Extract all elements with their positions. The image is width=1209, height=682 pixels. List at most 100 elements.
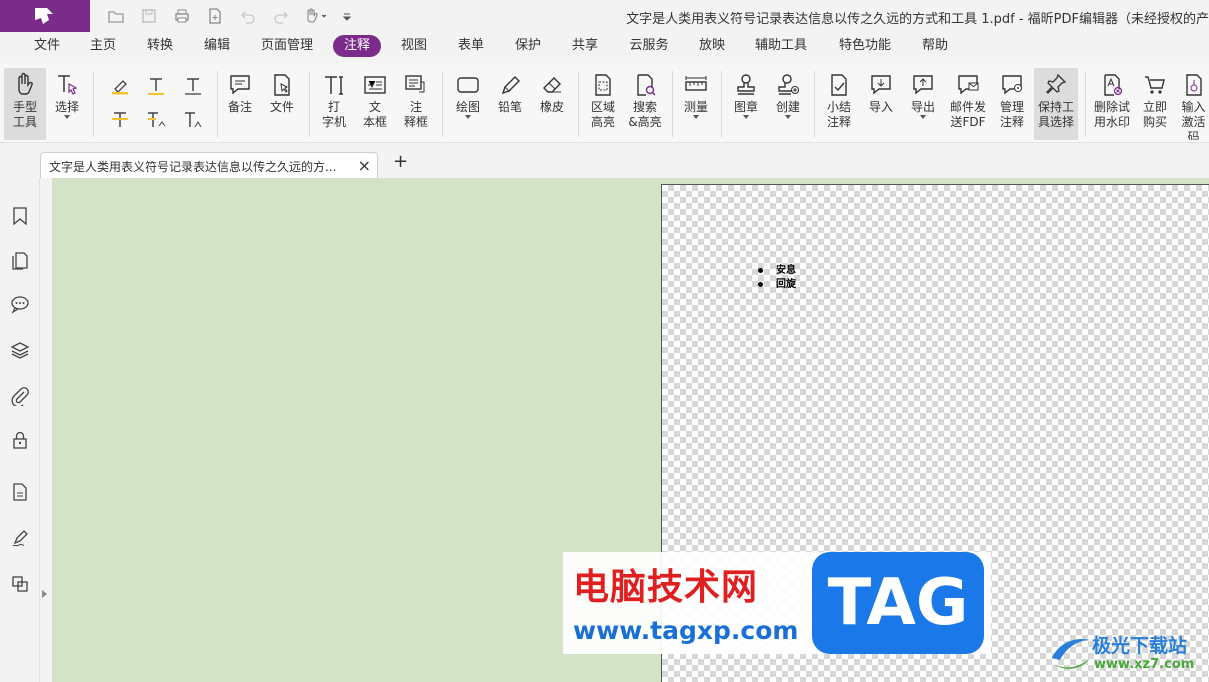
menu-cloud[interactable]: 云服务 bbox=[624, 35, 674, 57]
compare-icon[interactable] bbox=[10, 574, 30, 594]
undo-icon[interactable] bbox=[239, 7, 257, 25]
drawing-dropdown-icon[interactable] bbox=[465, 115, 471, 119]
manage-comment-icon bbox=[1002, 75, 1022, 95]
highlight-icon[interactable] bbox=[108, 75, 132, 97]
create-dropdown-icon[interactable] bbox=[785, 115, 791, 119]
save-icon[interactable] bbox=[140, 7, 158, 25]
menu-edit[interactable]: 编辑 bbox=[198, 35, 236, 57]
expand-panel-arrow-icon[interactable] bbox=[42, 590, 47, 598]
underline-icon[interactable] bbox=[181, 75, 205, 97]
separator bbox=[672, 71, 673, 137]
new-document-icon[interactable] bbox=[206, 7, 224, 25]
content-icon[interactable] bbox=[10, 482, 30, 502]
separator bbox=[814, 71, 815, 137]
pencil-icon bbox=[501, 76, 520, 95]
menu-accessibility[interactable]: 辅助工具 bbox=[750, 35, 812, 57]
underline-squiggly-icon[interactable] bbox=[144, 75, 168, 97]
typewriter-button[interactable]: 打 字机 bbox=[316, 68, 352, 140]
email-comment-icon bbox=[958, 75, 979, 95]
area-highlight-button[interactable]: 区域 高亮 bbox=[584, 68, 622, 140]
email-fdf-button[interactable]: 邮件发 送FDF bbox=[946, 68, 990, 140]
tab-close-icon[interactable]: × bbox=[358, 156, 371, 175]
export-dropdown-icon[interactable] bbox=[920, 115, 926, 119]
watermark-url: www.tagxp.com bbox=[573, 616, 799, 645]
menu-features[interactable]: 特色功能 bbox=[834, 35, 896, 57]
separator bbox=[721, 71, 722, 137]
stamp-dropdown-icon[interactable] bbox=[743, 115, 749, 119]
menu-file[interactable]: 文件 bbox=[28, 35, 66, 57]
select-dropdown-icon[interactable] bbox=[64, 115, 70, 119]
comments-icon[interactable] bbox=[10, 294, 30, 314]
menu-help[interactable]: 帮助 bbox=[916, 35, 954, 57]
measure-dropdown-icon[interactable] bbox=[693, 115, 699, 119]
navigation-sidebar bbox=[0, 178, 40, 682]
bookmark-icon[interactable] bbox=[10, 206, 30, 226]
replace-text-icon[interactable] bbox=[144, 109, 168, 131]
summarize-comments-button[interactable]: 小结 注释 bbox=[821, 68, 857, 140]
insert-text-icon[interactable] bbox=[181, 109, 205, 131]
rectangle-draw-icon bbox=[457, 77, 479, 93]
import-button[interactable]: 导入 bbox=[863, 68, 899, 140]
print-icon[interactable] bbox=[173, 7, 191, 25]
manage-comments-button[interactable]: 管理 注释 bbox=[994, 68, 1030, 140]
create-label: 创建 bbox=[775, 100, 800, 114]
new-tab-button[interactable]: + bbox=[393, 151, 408, 172]
activate-button[interactable]: 输入 激活码 bbox=[1178, 68, 1209, 140]
buy-now-button[interactable]: 立即 购买 bbox=[1137, 68, 1173, 140]
redo-icon[interactable] bbox=[272, 7, 290, 25]
search-highlight-label: 搜索 &高亮 bbox=[628, 100, 662, 129]
strikeout-icon[interactable] bbox=[108, 109, 132, 131]
bullet-icon bbox=[758, 268, 763, 273]
attachment-icon[interactable] bbox=[10, 386, 30, 406]
measure-label: 测量 bbox=[683, 100, 708, 114]
pin-icon bbox=[1046, 73, 1067, 94]
pages-icon[interactable] bbox=[10, 250, 30, 270]
xz7-site-name: 极光下载站 bbox=[1092, 635, 1188, 657]
bullet-icon bbox=[758, 282, 763, 287]
eraser-button[interactable]: 橡皮 bbox=[534, 68, 570, 140]
keep-tool-selected-button[interactable]: 保持工 具选择 bbox=[1034, 68, 1078, 140]
menu-share[interactable]: 共享 bbox=[566, 35, 604, 57]
drawing-button[interactable]: 绘图 bbox=[450, 68, 486, 140]
menu-form[interactable]: 表单 bbox=[452, 35, 490, 57]
note-icon bbox=[230, 75, 250, 95]
remove-trial-watermark-button[interactable]: 删除试 用水印 bbox=[1090, 68, 1134, 140]
hand-dropdown-icon[interactable] bbox=[303, 7, 329, 25]
export-button[interactable]: 导出 bbox=[905, 68, 941, 140]
email-fdf-label: 邮件发 送FDF bbox=[949, 100, 986, 129]
search-highlight-button[interactable]: 搜索 &高亮 bbox=[626, 68, 664, 140]
separator bbox=[578, 71, 579, 137]
shopping-cart-icon bbox=[1145, 76, 1165, 94]
menu-view[interactable]: 视图 bbox=[395, 35, 433, 57]
note-button[interactable]: 备注 bbox=[222, 68, 258, 140]
textbox-button[interactable]: 文 本框 bbox=[357, 68, 393, 140]
signature-icon[interactable] bbox=[10, 528, 30, 548]
menu-slideshow[interactable]: 放映 bbox=[693, 35, 731, 57]
menu-protect[interactable]: 保护 bbox=[509, 35, 547, 57]
watermark-title: 电脑技术网 bbox=[573, 567, 759, 608]
open-folder-icon[interactable] bbox=[107, 7, 125, 25]
select-button[interactable]: 选择 bbox=[50, 68, 84, 140]
menu-home[interactable]: 主页 bbox=[84, 35, 122, 57]
layers-icon[interactable] bbox=[10, 340, 30, 360]
callout-button[interactable]: 注 释框 bbox=[398, 68, 434, 140]
stamp-button[interactable]: 图章 bbox=[728, 68, 764, 140]
pencil-button[interactable]: 铅笔 bbox=[492, 68, 528, 140]
typewriter-icon bbox=[325, 76, 343, 95]
menu-comment[interactable]: 注释 bbox=[333, 35, 381, 57]
import-label: 导入 bbox=[868, 100, 893, 114]
app-logo[interactable] bbox=[0, 0, 90, 32]
file-attachment-button[interactable]: 文件 bbox=[264, 68, 300, 140]
menu-page-management[interactable]: 页面管理 bbox=[256, 35, 318, 57]
typewriter-label: 打 字机 bbox=[321, 100, 346, 129]
list-item: 安息 bbox=[758, 261, 796, 276]
hand-tool-button[interactable]: 手型 工具 bbox=[4, 68, 46, 140]
measure-button[interactable]: 测量 bbox=[678, 68, 714, 140]
menu-convert[interactable]: 转换 bbox=[141, 35, 179, 57]
create-stamp-button[interactable]: 创建 bbox=[770, 68, 806, 140]
security-lock-icon[interactable] bbox=[10, 430, 30, 450]
customize-quick-access-icon[interactable] bbox=[341, 7, 353, 25]
pencil-label: 铅笔 bbox=[497, 100, 522, 114]
buy-now-label: 立即 购买 bbox=[1142, 100, 1167, 129]
document-tab[interactable]: 文字是人类用表义符号记录表达信息以传之久远的方... × bbox=[40, 152, 378, 178]
